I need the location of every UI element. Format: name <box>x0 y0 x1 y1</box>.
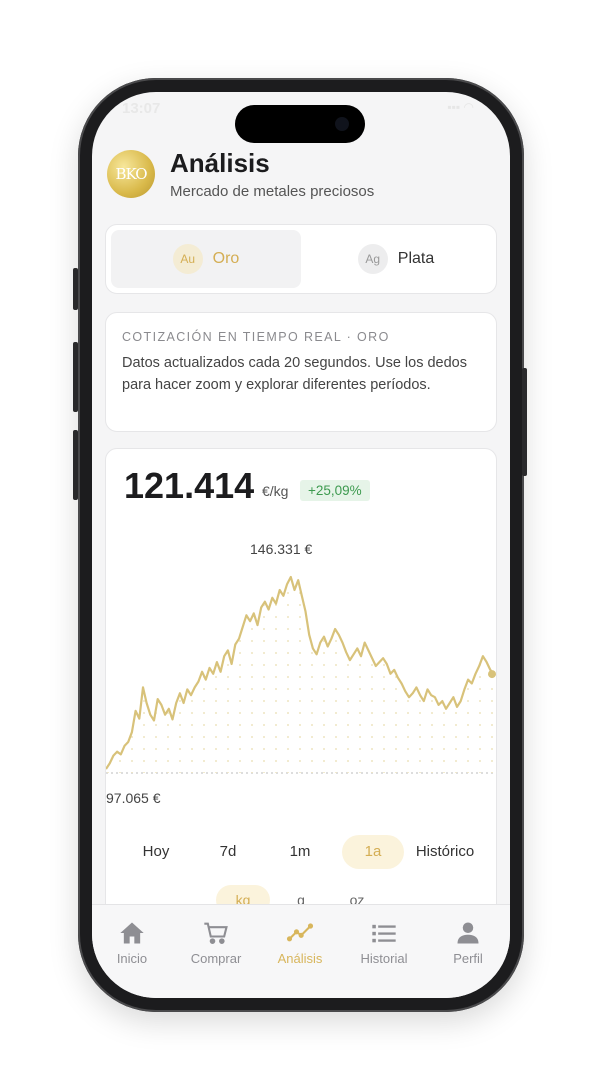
page-title: Análisis <box>170 148 270 178</box>
period-7d[interactable]: 7d <box>198 835 258 869</box>
metal-option-silver[interactable]: Ag Plata <box>301 230 491 288</box>
price-line-chart[interactable] <box>106 519 496 789</box>
status-time: 13:07 <box>122 100 161 117</box>
gold-symbol-icon: Au <box>172 244 203 274</box>
person-icon <box>457 922 479 944</box>
page-subtitle: Mercado de metales preciosos <box>170 183 375 200</box>
dynamic-island <box>235 105 365 143</box>
tab-label: Inicio <box>116 951 148 966</box>
status-icons: ▪▪▪ ◠ <box>447 100 474 114</box>
tab-inicio[interactable]: Inicio <box>92 919 172 966</box>
price-change-badge: +25,09% <box>300 480 370 501</box>
action-button <box>73 268 78 310</box>
tab-comprar[interactable]: Comprar <box>176 919 256 966</box>
tab-analisis[interactable]: Análisis <box>260 919 340 966</box>
period-1m[interactable]: 1m <box>270 835 330 869</box>
brand-logo: BKO <box>107 150 155 198</box>
metal-option-label: Plata <box>397 250 435 267</box>
info-card: COTIZACIÓN EN TIEMPO REAL · ORO Datos ac… <box>105 312 497 432</box>
home-icon <box>120 922 144 944</box>
metal-option-label: Oro <box>212 250 240 267</box>
chart-line-icon <box>286 923 314 942</box>
current-price: 121.414 <box>124 465 255 506</box>
list-icon <box>372 924 396 943</box>
period-hoy[interactable]: Hoy <box>126 835 186 869</box>
tab-label: Historial <box>360 951 408 966</box>
metal-selector: Au Oro Ag Plata <box>105 224 497 294</box>
app-screen: 13:07 ▪▪▪ ◠ BKO Análisis Mercado de meta… <box>92 92 510 998</box>
bottom-tab-bar: Inicio Comprar Análisis Historial Perfil <box>92 904 510 998</box>
chart-area <box>106 577 494 773</box>
price-unit: €/kg <box>262 483 289 499</box>
power-button <box>522 368 527 476</box>
tab-historial[interactable]: Historial <box>344 919 424 966</box>
period-historico[interactable]: Histórico <box>410 835 480 869</box>
tab-label: Comprar <box>190 951 242 966</box>
chart-max-label: 146.331 € <box>250 541 313 557</box>
silver-symbol-icon: Ag <box>357 244 388 274</box>
camera-icon <box>335 117 349 131</box>
chart-min-label: 97.065 € <box>106 790 161 806</box>
page-header: BKO Análisis Mercado de metales precioso… <box>107 148 497 206</box>
chart-current-point <box>488 670 496 679</box>
tab-label: Perfil <box>453 951 483 966</box>
info-text: Datos actualizados cada 20 segundos. Use… <box>122 355 467 393</box>
tab-label: Análisis <box>277 951 323 966</box>
cart-icon <box>204 922 228 944</box>
volume-up-button <box>73 342 78 412</box>
volume-down-button <box>73 430 78 500</box>
price-chart-card: 121.414 €/kg +25,09% 146.331 € 97.065 € … <box>105 448 497 970</box>
tab-perfil[interactable]: Perfil <box>428 919 508 966</box>
period-selector: Hoy 7d 1m 1a Histórico <box>106 835 496 875</box>
period-1a[interactable]: 1a <box>342 835 404 869</box>
metal-option-gold[interactable]: Au Oro <box>111 230 301 288</box>
info-title: COTIZACIÓN EN TIEMPO REAL · ORO <box>122 330 390 344</box>
